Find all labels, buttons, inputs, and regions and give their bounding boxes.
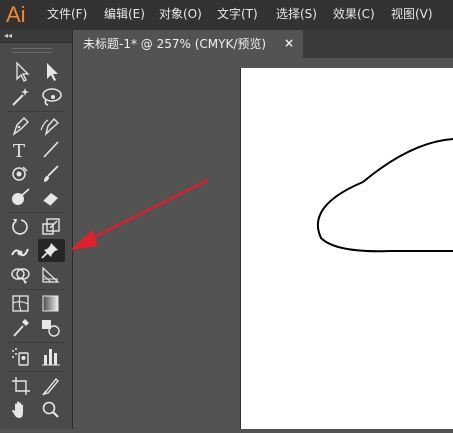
separator — [8, 342, 64, 343]
drawn-path[interactable] — [241, 68, 453, 429]
arrow-outline-icon — [16, 61, 30, 82]
slice-icon — [42, 377, 59, 396]
eyedropper-icon — [13, 319, 29, 337]
artboard-icon — [12, 377, 30, 395]
document-tab[interactable]: 未标题-1* @ 257% (CMYK/预览) × — [73, 30, 303, 58]
line-segment-tool[interactable] — [38, 138, 65, 161]
puppet-warp-tool[interactable] — [38, 239, 65, 262]
eyedropper-tool[interactable] — [8, 316, 35, 339]
blend-icon — [42, 320, 60, 337]
document-tab-bar: 未标题-1* @ 257% (CMYK/预览) × — [73, 30, 453, 58]
hand-tool[interactable] — [8, 398, 35, 421]
symbol-sprayer-tool[interactable] — [8, 345, 35, 368]
blob-brush-icon — [12, 188, 30, 205]
paintbrush-tool[interactable] — [38, 162, 65, 185]
document-tab-title[interactable]: 未标题-1* @ 257% (CMYK/预览) — [83, 36, 266, 52]
menu-edit[interactable]: 编辑(E) — [104, 6, 145, 22]
shaper-icon — [12, 166, 28, 181]
curvature-pen-icon — [40, 117, 60, 137]
magic-wand-tool[interactable] — [8, 85, 35, 108]
mesh-tool[interactable] — [8, 292, 35, 315]
app-logo: Ai — [6, 2, 26, 27]
shape-builder-tool[interactable] — [8, 263, 35, 286]
separator — [8, 212, 64, 213]
perspective-grid-tool[interactable] — [38, 263, 65, 286]
direct-selection-tool[interactable] — [38, 60, 65, 83]
canvas-area[interactable] — [73, 58, 453, 429]
toolbox-panel: ◂◂ T — [0, 30, 73, 429]
pin-icon — [41, 243, 58, 259]
gradient-tool[interactable] — [38, 292, 65, 315]
collapse-icon[interactable]: ◂◂ — [4, 30, 12, 42]
line-icon — [43, 141, 59, 158]
separator — [8, 111, 64, 112]
blob-brush-tool[interactable] — [8, 186, 35, 209]
column-graph-icon — [42, 349, 60, 366]
mesh-icon — [12, 295, 29, 312]
scale-icon — [42, 218, 60, 235]
scale-tool[interactable] — [38, 215, 65, 238]
eraser-icon — [42, 193, 58, 207]
pen-tool[interactable] — [8, 114, 35, 137]
artboard-tool[interactable] — [8, 374, 35, 397]
separator — [8, 289, 64, 290]
toolbox-header[interactable]: ◂◂ — [0, 30, 73, 43]
menu-effect[interactable]: 效果(C) — [333, 6, 375, 22]
type-icon: T — [13, 141, 25, 161]
symbol-sprayer-icon — [12, 348, 29, 366]
lasso-tool[interactable] — [38, 85, 65, 108]
slice-tool[interactable] — [38, 374, 65, 397]
magic-wand-icon — [12, 88, 29, 106]
blend-tool[interactable] — [38, 316, 65, 339]
panel-grip[interactable] — [12, 48, 52, 53]
gradient-icon — [42, 295, 59, 312]
type-tool[interactable]: T — [8, 138, 35, 161]
perspective-grid-icon — [42, 266, 60, 283]
eraser-tool[interactable] — [38, 186, 65, 209]
rotate-icon — [12, 219, 28, 235]
menu-object[interactable]: 对象(O) — [159, 6, 202, 22]
artboard[interactable] — [241, 68, 453, 429]
svg-text:T: T — [13, 141, 25, 161]
arrow-filled-icon — [47, 63, 58, 81]
curvature-tool[interactable] — [38, 114, 65, 137]
shape-builder-icon — [11, 268, 30, 284]
width-tool[interactable] — [8, 239, 35, 262]
pen-icon — [12, 117, 29, 136]
column-graph-tool[interactable] — [38, 345, 65, 368]
brush-icon — [44, 165, 59, 182]
zoom-tool[interactable] — [38, 398, 65, 421]
hand-icon — [12, 401, 23, 418]
rotate-tool[interactable] — [8, 215, 35, 238]
lasso-icon — [42, 88, 62, 106]
zoom-icon — [42, 401, 59, 418]
menu-file[interactable]: 文件(F) — [47, 6, 87, 22]
menu-type[interactable]: 文字(T) — [217, 6, 258, 22]
menu-select[interactable]: 选择(S) — [276, 6, 317, 22]
menu-bar: Ai 文件(F) 编辑(E) 对象(O) 文字(T) 选择(S) 效果(C) 视… — [0, 0, 453, 30]
selection-tool[interactable] — [8, 60, 35, 83]
menu-view[interactable]: 视图(V) — [391, 6, 433, 22]
shaper-tool[interactable] — [8, 162, 35, 185]
close-icon[interactable]: × — [282, 35, 296, 51]
separator — [8, 371, 64, 372]
width-icon — [11, 248, 29, 257]
